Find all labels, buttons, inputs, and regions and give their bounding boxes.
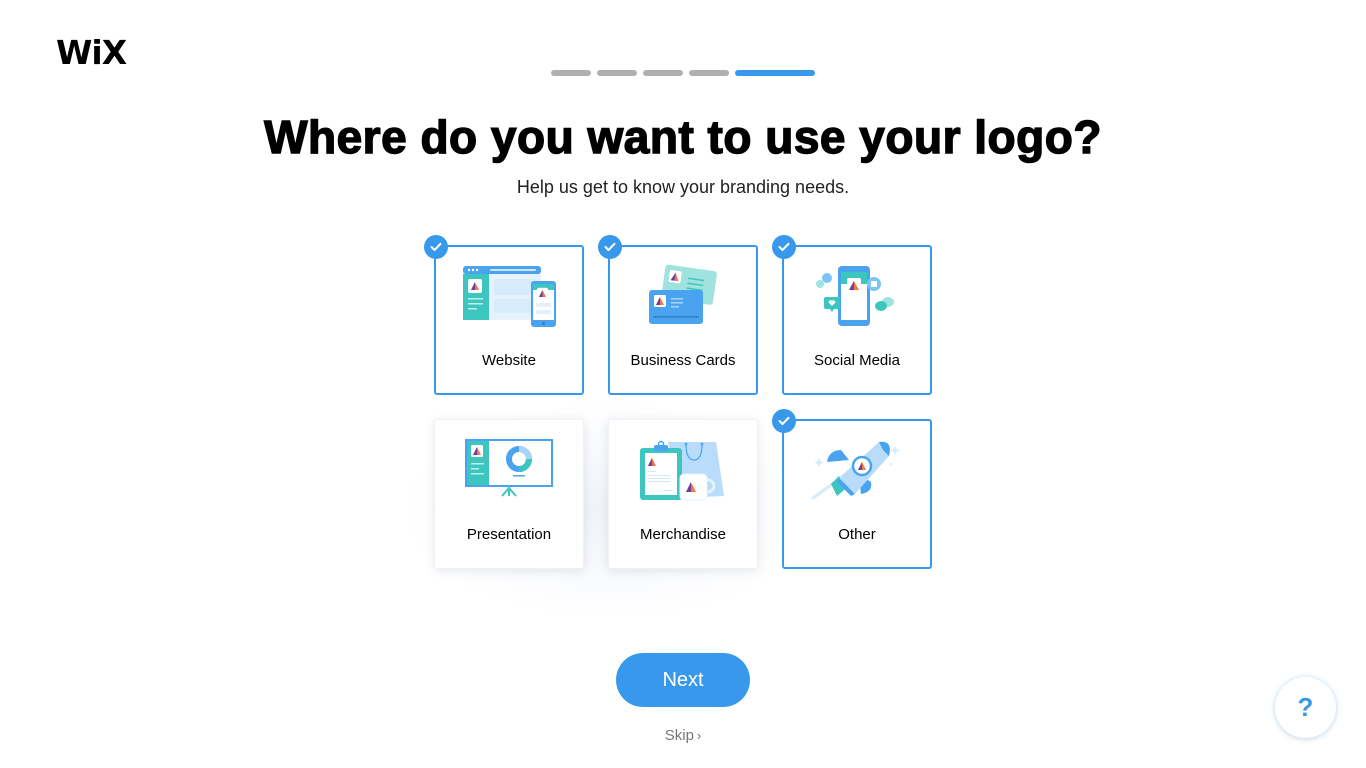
checkmark-icon [778, 416, 790, 425]
chevron-right-icon: › [696, 728, 702, 743]
merchandise-icon [609, 438, 757, 508]
social-media-icon [784, 264, 930, 334]
progress-step-4 [689, 70, 729, 76]
checkmark-icon [430, 242, 442, 251]
option-card-business-cards[interactable]: Business Cards [598, 235, 758, 395]
check-badge [598, 235, 622, 259]
next-button[interactable]: Next [616, 653, 750, 707]
skip-link[interactable]: Skip › [0, 727, 1366, 744]
page-title: Where do you want to use your logo? [263, 110, 1102, 163]
option-label: Website [482, 352, 536, 369]
option-label: Business Cards [630, 352, 736, 369]
option-card-other[interactable]: Other [772, 409, 932, 569]
progress-indicator [551, 70, 815, 76]
progress-step-5 [735, 70, 815, 76]
skip-label: Skip [664, 727, 694, 744]
website-icon [436, 264, 582, 334]
option-card-merchandise[interactable]: Merchandise [608, 419, 758, 569]
progress-step-1 [551, 70, 591, 76]
check-badge [424, 235, 448, 259]
page-subtitle: Help us get to know your branding needs. [516, 177, 850, 197]
progress-step-3 [643, 70, 683, 76]
check-badge [772, 409, 796, 433]
presentation-icon [435, 438, 583, 508]
option-label: Presentation [466, 526, 552, 543]
option-card-social-media[interactable]: Social Media [772, 235, 932, 395]
option-label: Merchandise [640, 526, 726, 543]
option-card-presentation[interactable]: Presentation [434, 419, 584, 569]
wix-logo: WiX [56, 33, 127, 72]
checkmark-icon [604, 242, 616, 251]
option-label: Other [838, 526, 876, 543]
rocket-icon [784, 438, 930, 508]
business-cards-icon [610, 264, 756, 334]
check-badge [772, 235, 796, 259]
question-mark-icon: ? [1297, 692, 1314, 722]
progress-step-2 [597, 70, 637, 76]
option-label: Social Media [814, 352, 900, 369]
help-button[interactable]: ? [1275, 677, 1336, 738]
option-card-website[interactable]: Website [424, 235, 584, 395]
checkmark-icon [778, 242, 790, 251]
